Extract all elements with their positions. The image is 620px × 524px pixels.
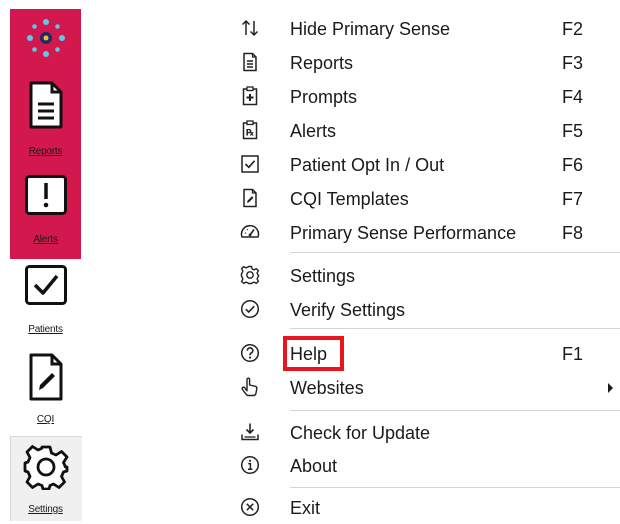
toolbar-alerts-label: Alerts [33, 234, 58, 245]
document-icon [243, 52, 257, 72]
toolbar-patients-button[interactable]: Patients [10, 262, 81, 342]
toolbar-reports-label: Reports [28, 146, 63, 157]
menu-item-shortcut: F1 [562, 344, 584, 364]
menu-item-shortcut: F3 [562, 53, 584, 73]
menu-item-patient-opt-in-out[interactable]: Patient Opt In / Out F6 [238, 147, 620, 181]
menu-item-label: Settings [290, 266, 356, 286]
pointing-hand-icon [241, 377, 258, 397]
close-circle-icon [240, 497, 260, 517]
checkbox-icon [241, 155, 259, 173]
check-circle-icon [240, 299, 260, 319]
menu-item-label: Check for Update [290, 423, 431, 443]
menu-item-websites[interactable]: Websites [238, 370, 620, 404]
toolbar-cqi-button[interactable]: CQI [10, 350, 81, 430]
help-highlight-box [283, 336, 344, 371]
menu-item-cqi-templates[interactable]: CQI Templates F7 [238, 181, 620, 215]
menu-item-label: CQI Templates [290, 189, 409, 209]
menu-separator [290, 328, 620, 329]
menu-item-label: Primary Sense Performance [290, 223, 517, 243]
up-down-arrows-icon [241, 19, 259, 37]
menu-separator [290, 410, 620, 411]
menu-item-shortcut: F4 [562, 87, 584, 107]
menu-item-label: Websites [290, 378, 364, 398]
menu-item-label: Exit [290, 498, 321, 518]
toolbar-cqi-label: CQI [36, 414, 55, 425]
download-icon [241, 423, 259, 441]
menu-item-settings[interactable]: Settings [238, 258, 620, 292]
menu-item-about[interactable]: About [238, 448, 620, 482]
side-toolbar: Reports Alerts Patients CQI Settings [0, 0, 82, 521]
prescription-icon: ℞ [242, 120, 258, 140]
toolbar-settings-button[interactable]: Settings [10, 440, 81, 520]
toolbar-reports-button[interactable]: Reports [10, 78, 81, 162]
dots-logo-icon [26, 19, 65, 57]
menu-item-shortcut: F5 [562, 121, 584, 141]
menu-item-alerts[interactable]: ℞ Alerts F5 [238, 113, 620, 147]
menu-item-label: Reports [290, 53, 354, 73]
context-menu: Hide Primary Sense F2 Reports F3 Prompts… [238, 0, 620, 520]
menu-item-label: Prompts [290, 87, 358, 107]
menu-item-reports[interactable]: Reports F3 [238, 45, 620, 79]
menu-item-exit[interactable]: Exit [238, 490, 620, 524]
toolbar-patients-label: Patients [28, 324, 63, 335]
menu-item-shortcut: F6 [562, 155, 584, 175]
menu-item-label: Verify Settings [290, 300, 406, 320]
menu-item-label: About [290, 456, 338, 476]
menu-item-primary-sense-performance[interactable]: Primary Sense Performance F8 [238, 215, 620, 249]
clipboard-plus-icon [242, 86, 258, 106]
menu-item-shortcut: F8 [562, 223, 584, 243]
info-circle-icon [240, 455, 260, 475]
menu-item-label: Alerts [290, 121, 337, 141]
toolbar-primary-sense-button[interactable] [10, 14, 81, 64]
svg-text:℞: ℞ [246, 129, 254, 139]
question-circle-icon [240, 343, 260, 363]
menu-item-check-for-update[interactable]: Check for Update [238, 415, 620, 449]
checkbox-icon [24, 265, 67, 305]
gear-icon [23, 445, 68, 490]
pencil-document-icon [29, 353, 62, 401]
menu-separator [290, 487, 620, 488]
toolbar-settings-label: Settings [28, 504, 63, 515]
menu-item-prompts[interactable]: Prompts F4 [238, 79, 620, 113]
menu-item-label: Hide Primary Sense [290, 19, 451, 39]
submenu-arrow-icon [608, 383, 613, 393]
menu-item-verify-settings[interactable]: Verify Settings [238, 292, 620, 326]
exclamation-icon [24, 175, 67, 215]
gear-icon [240, 265, 260, 285]
toolbar-alerts-button[interactable]: Alerts [10, 172, 81, 256]
menu-separator [290, 252, 620, 253]
pencil-document-icon [243, 188, 257, 208]
menu-item-shortcut: F2 [562, 19, 584, 39]
document-icon [29, 81, 62, 129]
menu-item-label: Patient Opt In / Out [290, 155, 445, 175]
menu-item-shortcut: F7 [562, 189, 584, 209]
gauge-icon [240, 224, 260, 238]
menu-item-hide-primary-sense[interactable]: Hide Primary Sense F2 [238, 11, 620, 45]
